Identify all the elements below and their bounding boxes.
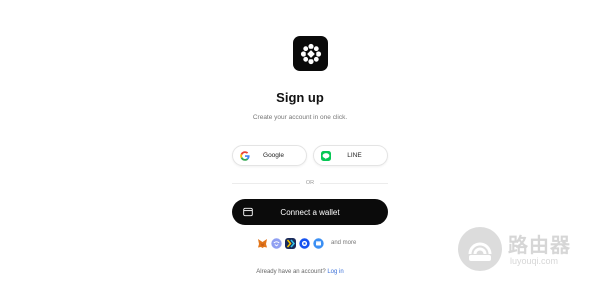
divider-line-right xyxy=(320,182,388,184)
line-signin-button[interactable]: LINE xyxy=(313,145,388,166)
watermark-logo: 路由器 luyouqi.com xyxy=(458,225,588,275)
login-prompt-text: Already have an account? xyxy=(256,269,326,275)
wallet-icon xyxy=(243,207,253,217)
coinbase-icon xyxy=(299,237,310,249)
or-text: OR xyxy=(305,180,315,186)
watermark-en: luyouqi.com xyxy=(510,256,559,266)
trust-icon xyxy=(313,237,324,249)
walletconnect-icon xyxy=(271,237,282,249)
bitget-icon xyxy=(285,237,296,249)
app-logo xyxy=(293,36,328,71)
login-link[interactable]: Log in xyxy=(327,269,343,275)
line-icon xyxy=(321,151,331,161)
google-signin-button[interactable]: Google xyxy=(232,145,307,166)
divider-line-left xyxy=(232,182,300,184)
page-title: Sign up xyxy=(276,90,324,105)
flower-logo-icon xyxy=(300,43,321,64)
wallet-providers: and more xyxy=(257,237,356,249)
google-icon xyxy=(240,151,250,161)
watermark-cn: 路由器 xyxy=(508,235,571,257)
connect-wallet-label: Connect a wallet xyxy=(280,207,340,217)
metamask-icon xyxy=(258,238,267,248)
watermark-router-icon xyxy=(458,227,502,271)
connect-wallet-button[interactable]: Connect a wallet xyxy=(232,199,388,225)
page-subtitle: Create your account in one click. xyxy=(252,114,348,121)
more-wallets-text: and more xyxy=(331,240,357,246)
or-divider: OR xyxy=(232,179,388,187)
